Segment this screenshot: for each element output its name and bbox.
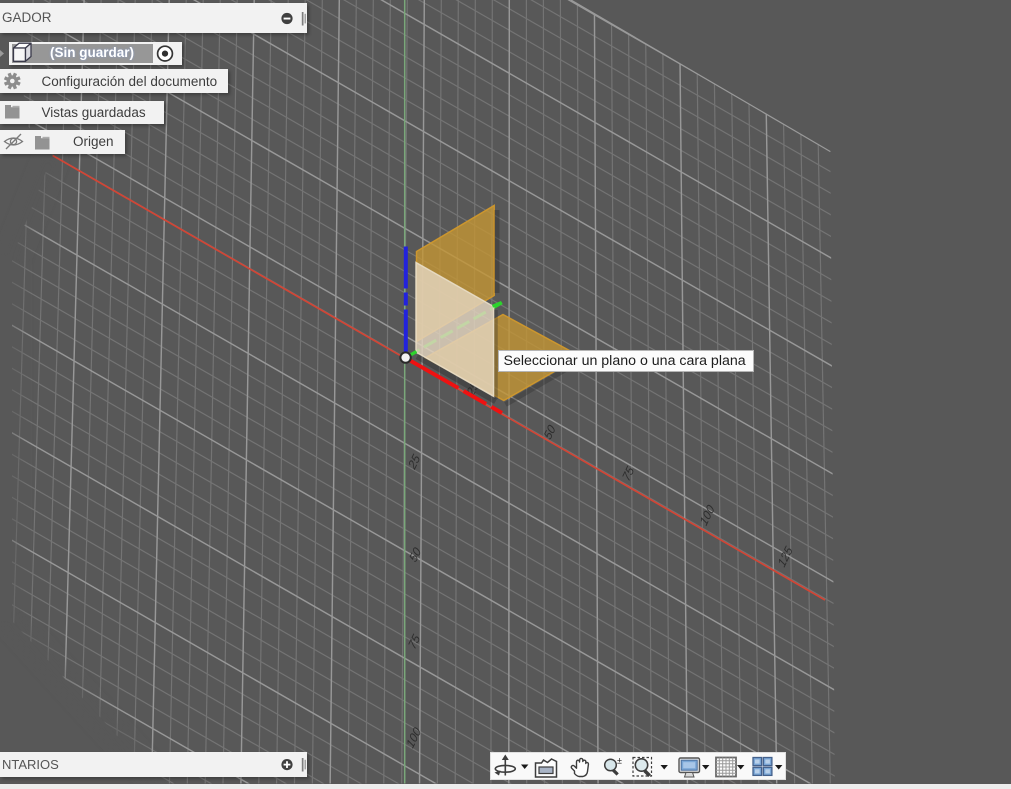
svg-text:±: ± [617, 755, 622, 765]
